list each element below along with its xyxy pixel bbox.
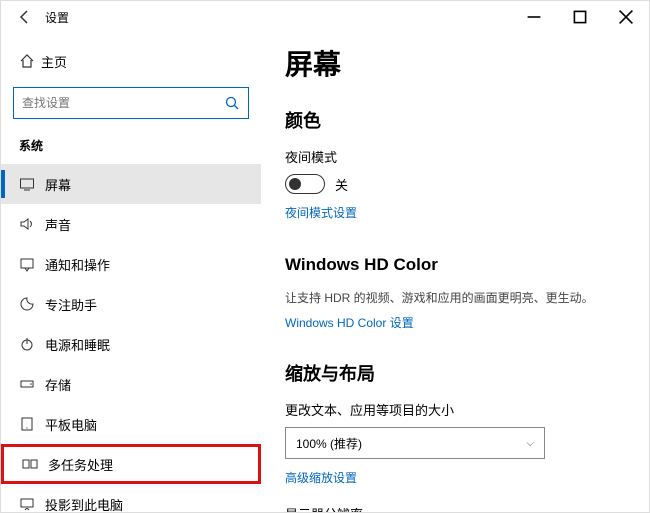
sidebar-home[interactable]: 主页 [1, 43, 261, 79]
text-size-value: 100% (推荐) [296, 435, 362, 452]
minimize-button[interactable] [511, 1, 557, 33]
page-title: 屏幕 [285, 43, 625, 83]
search-input[interactable] [14, 96, 216, 110]
text-size-select[interactable]: 100% (推荐) ⌵ [285, 427, 545, 459]
sidebar-item-label: 平板电脑 [45, 415, 97, 434]
back-button[interactable] [9, 1, 41, 33]
sidebar-item-label: 存储 [45, 375, 71, 394]
resolution-label: 显示器分辨率 [285, 504, 625, 512]
window-title: 设置 [45, 9, 69, 26]
search-icon [216, 95, 248, 111]
advanced-scaling-link[interactable]: 高级缩放设置 [285, 469, 357, 486]
hdcolor-desc: 让支持 HDR 的视频、游戏和应用的画面更明亮、更生动。 [285, 289, 625, 306]
night-mode-toggle[interactable] [285, 174, 325, 194]
section-color-heading: 颜色 [285, 107, 625, 133]
night-mode-label: 夜间模式 [285, 147, 625, 166]
search-input-wrapper[interactable] [13, 87, 249, 119]
sidebar-item-notifications[interactable]: 通知和操作 [1, 244, 261, 284]
text-size-label: 更改文本、应用等项目的大小 [285, 400, 625, 419]
sidebar-item-label: 电源和睡眠 [45, 335, 110, 354]
sound-icon [19, 216, 45, 232]
sidebar-item-label: 屏幕 [45, 175, 71, 194]
sidebar-section-label: 系统 [1, 133, 261, 164]
sidebar-item-sound[interactable]: 声音 [1, 204, 261, 244]
sidebar-item-label: 专注助手 [45, 295, 97, 314]
sidebar-item-power[interactable]: 电源和睡眠 [1, 324, 261, 364]
night-mode-settings-link[interactable]: 夜间模式设置 [285, 204, 357, 221]
sidebar-item-focus[interactable]: 专注助手 [1, 284, 261, 324]
sidebar-item-projecting[interactable]: 投影到此电脑 [1, 484, 261, 512]
hdcolor-settings-link[interactable]: Windows HD Color 设置 [285, 314, 414, 331]
sidebar-item-label: 投影到此电脑 [45, 495, 123, 513]
power-icon [19, 336, 45, 352]
maximize-button[interactable] [557, 1, 603, 33]
multitasking-icon [22, 456, 48, 472]
content: 屏幕 颜色 夜间模式 关 夜间模式设置 Windows HD Color 让支持… [261, 33, 649, 512]
sidebar-item-label: 声音 [45, 215, 71, 234]
sidebar-home-label: 主页 [41, 52, 67, 71]
tablet-icon [19, 416, 45, 432]
close-button[interactable] [603, 1, 649, 33]
display-icon [19, 176, 45, 192]
sidebar: 主页 系统 屏幕 声音 通知和操作 专注助手 [1, 33, 261, 512]
notification-icon [19, 256, 45, 272]
sidebar-item-display[interactable]: 屏幕 [1, 164, 261, 204]
sidebar-item-label: 多任务处理 [48, 455, 113, 474]
titlebar: 设置 [1, 1, 649, 33]
sidebar-item-tablet[interactable]: 平板电脑 [1, 404, 261, 444]
sidebar-item-label: 通知和操作 [45, 255, 110, 274]
sidebar-item-multitasking[interactable]: 多任务处理 [1, 444, 261, 484]
section-scale-heading: 缩放与布局 [285, 360, 625, 386]
section-hdcolor-heading: Windows HD Color [285, 255, 625, 275]
night-mode-state: 关 [335, 175, 348, 194]
chevron-down-icon: ⌵ [526, 438, 534, 449]
storage-icon [19, 376, 45, 392]
focus-icon [19, 296, 45, 312]
sidebar-item-storage[interactable]: 存储 [1, 364, 261, 404]
projecting-icon [19, 496, 45, 512]
home-icon [19, 53, 41, 69]
